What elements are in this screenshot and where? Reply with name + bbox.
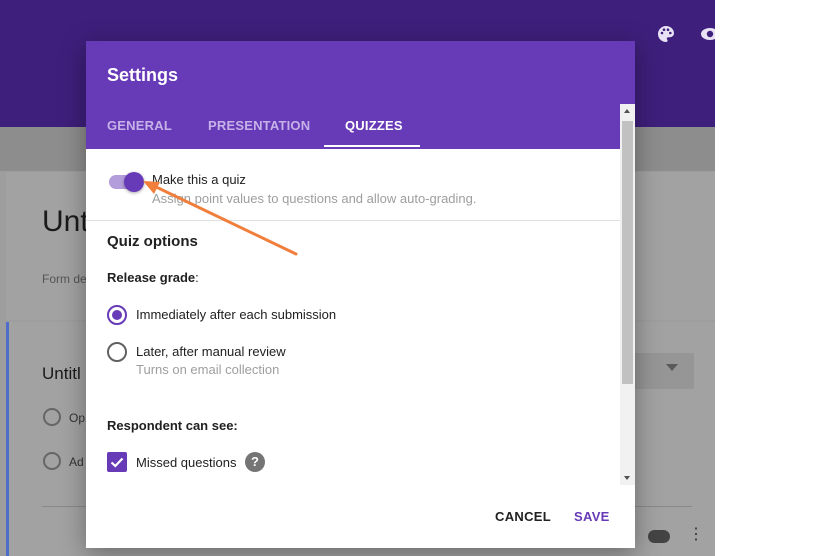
scrollbar-thumb[interactable] <box>622 121 633 384</box>
dialog-title: Settings <box>107 65 179 85</box>
question-title: Untitl <box>42 364 81 383</box>
chevron-down-icon <box>666 364 678 371</box>
question-type-select <box>628 353 694 389</box>
tab-general[interactable]: GENERAL <box>107 118 172 133</box>
form-description: Form de <box>42 272 87 286</box>
cancel-button[interactable]: CANCEL <box>495 509 551 524</box>
radio-release-later[interactable] <box>107 342 127 362</box>
release-grade-label: Release grade: <box>107 270 199 285</box>
more-vert-icon: ⋮ <box>688 526 704 543</box>
make-quiz-label: Make this a quiz <box>152 172 246 187</box>
release-immediately-label[interactable]: Immediately after each submission <box>136 307 336 322</box>
palette-icon[interactable] <box>656 24 676 44</box>
eye-icon[interactable] <box>700 24 715 44</box>
missed-questions-label[interactable]: Missed questions <box>136 455 236 470</box>
option-label: Op <box>69 411 86 425</box>
add-option-radio <box>43 452 61 470</box>
tab-quizzes[interactable]: QUIZZES <box>345 118 403 133</box>
release-later-label[interactable]: Later, after manual review <box>136 344 286 359</box>
quiz-options-heading: Quiz options <box>107 233 198 250</box>
screen: Unt Form de Untitl Op Ad ⋮ Settings GENE… <box>0 0 819 556</box>
respondent-can-see-label: Respondent can see: <box>107 418 238 433</box>
dialog-body: Make this a quiz Assign point values to … <box>86 149 620 479</box>
make-quiz-description: Assign point values to questions and all… <box>152 191 477 206</box>
radio-release-immediately[interactable] <box>107 305 127 325</box>
make-quiz-toggle[interactable] <box>107 172 147 192</box>
active-tab-indicator <box>324 145 420 147</box>
missed-questions-checkbox[interactable] <box>107 452 127 472</box>
dialog-header: Settings GENERAL PRESENTATION QUIZZES <box>86 41 635 149</box>
release-grade-colon: : <box>195 270 199 285</box>
dialog-scrollbar[interactable] <box>620 104 635 485</box>
add-option-label: Ad <box>69 455 84 469</box>
release-grade-text: Release grade <box>107 270 196 285</box>
scroll-up-arrow-icon[interactable] <box>624 109 630 113</box>
tab-presentation[interactable]: PRESENTATION <box>208 118 310 133</box>
form-title: Unt <box>42 205 89 238</box>
radio-selected-dot <box>112 310 122 320</box>
help-icon[interactable]: ? <box>245 452 265 472</box>
toggle-knob <box>124 172 144 192</box>
divider <box>86 220 620 221</box>
save-button[interactable]: SAVE <box>574 509 610 524</box>
settings-dialog: Settings GENERAL PRESENTATION QUIZZES Ma… <box>86 41 635 548</box>
release-later-description: Turns on email collection <box>136 362 280 377</box>
option-radio <box>43 408 61 426</box>
required-toggle <box>648 530 670 543</box>
check-icon <box>110 457 124 468</box>
scroll-down-arrow-icon[interactable] <box>624 476 630 480</box>
